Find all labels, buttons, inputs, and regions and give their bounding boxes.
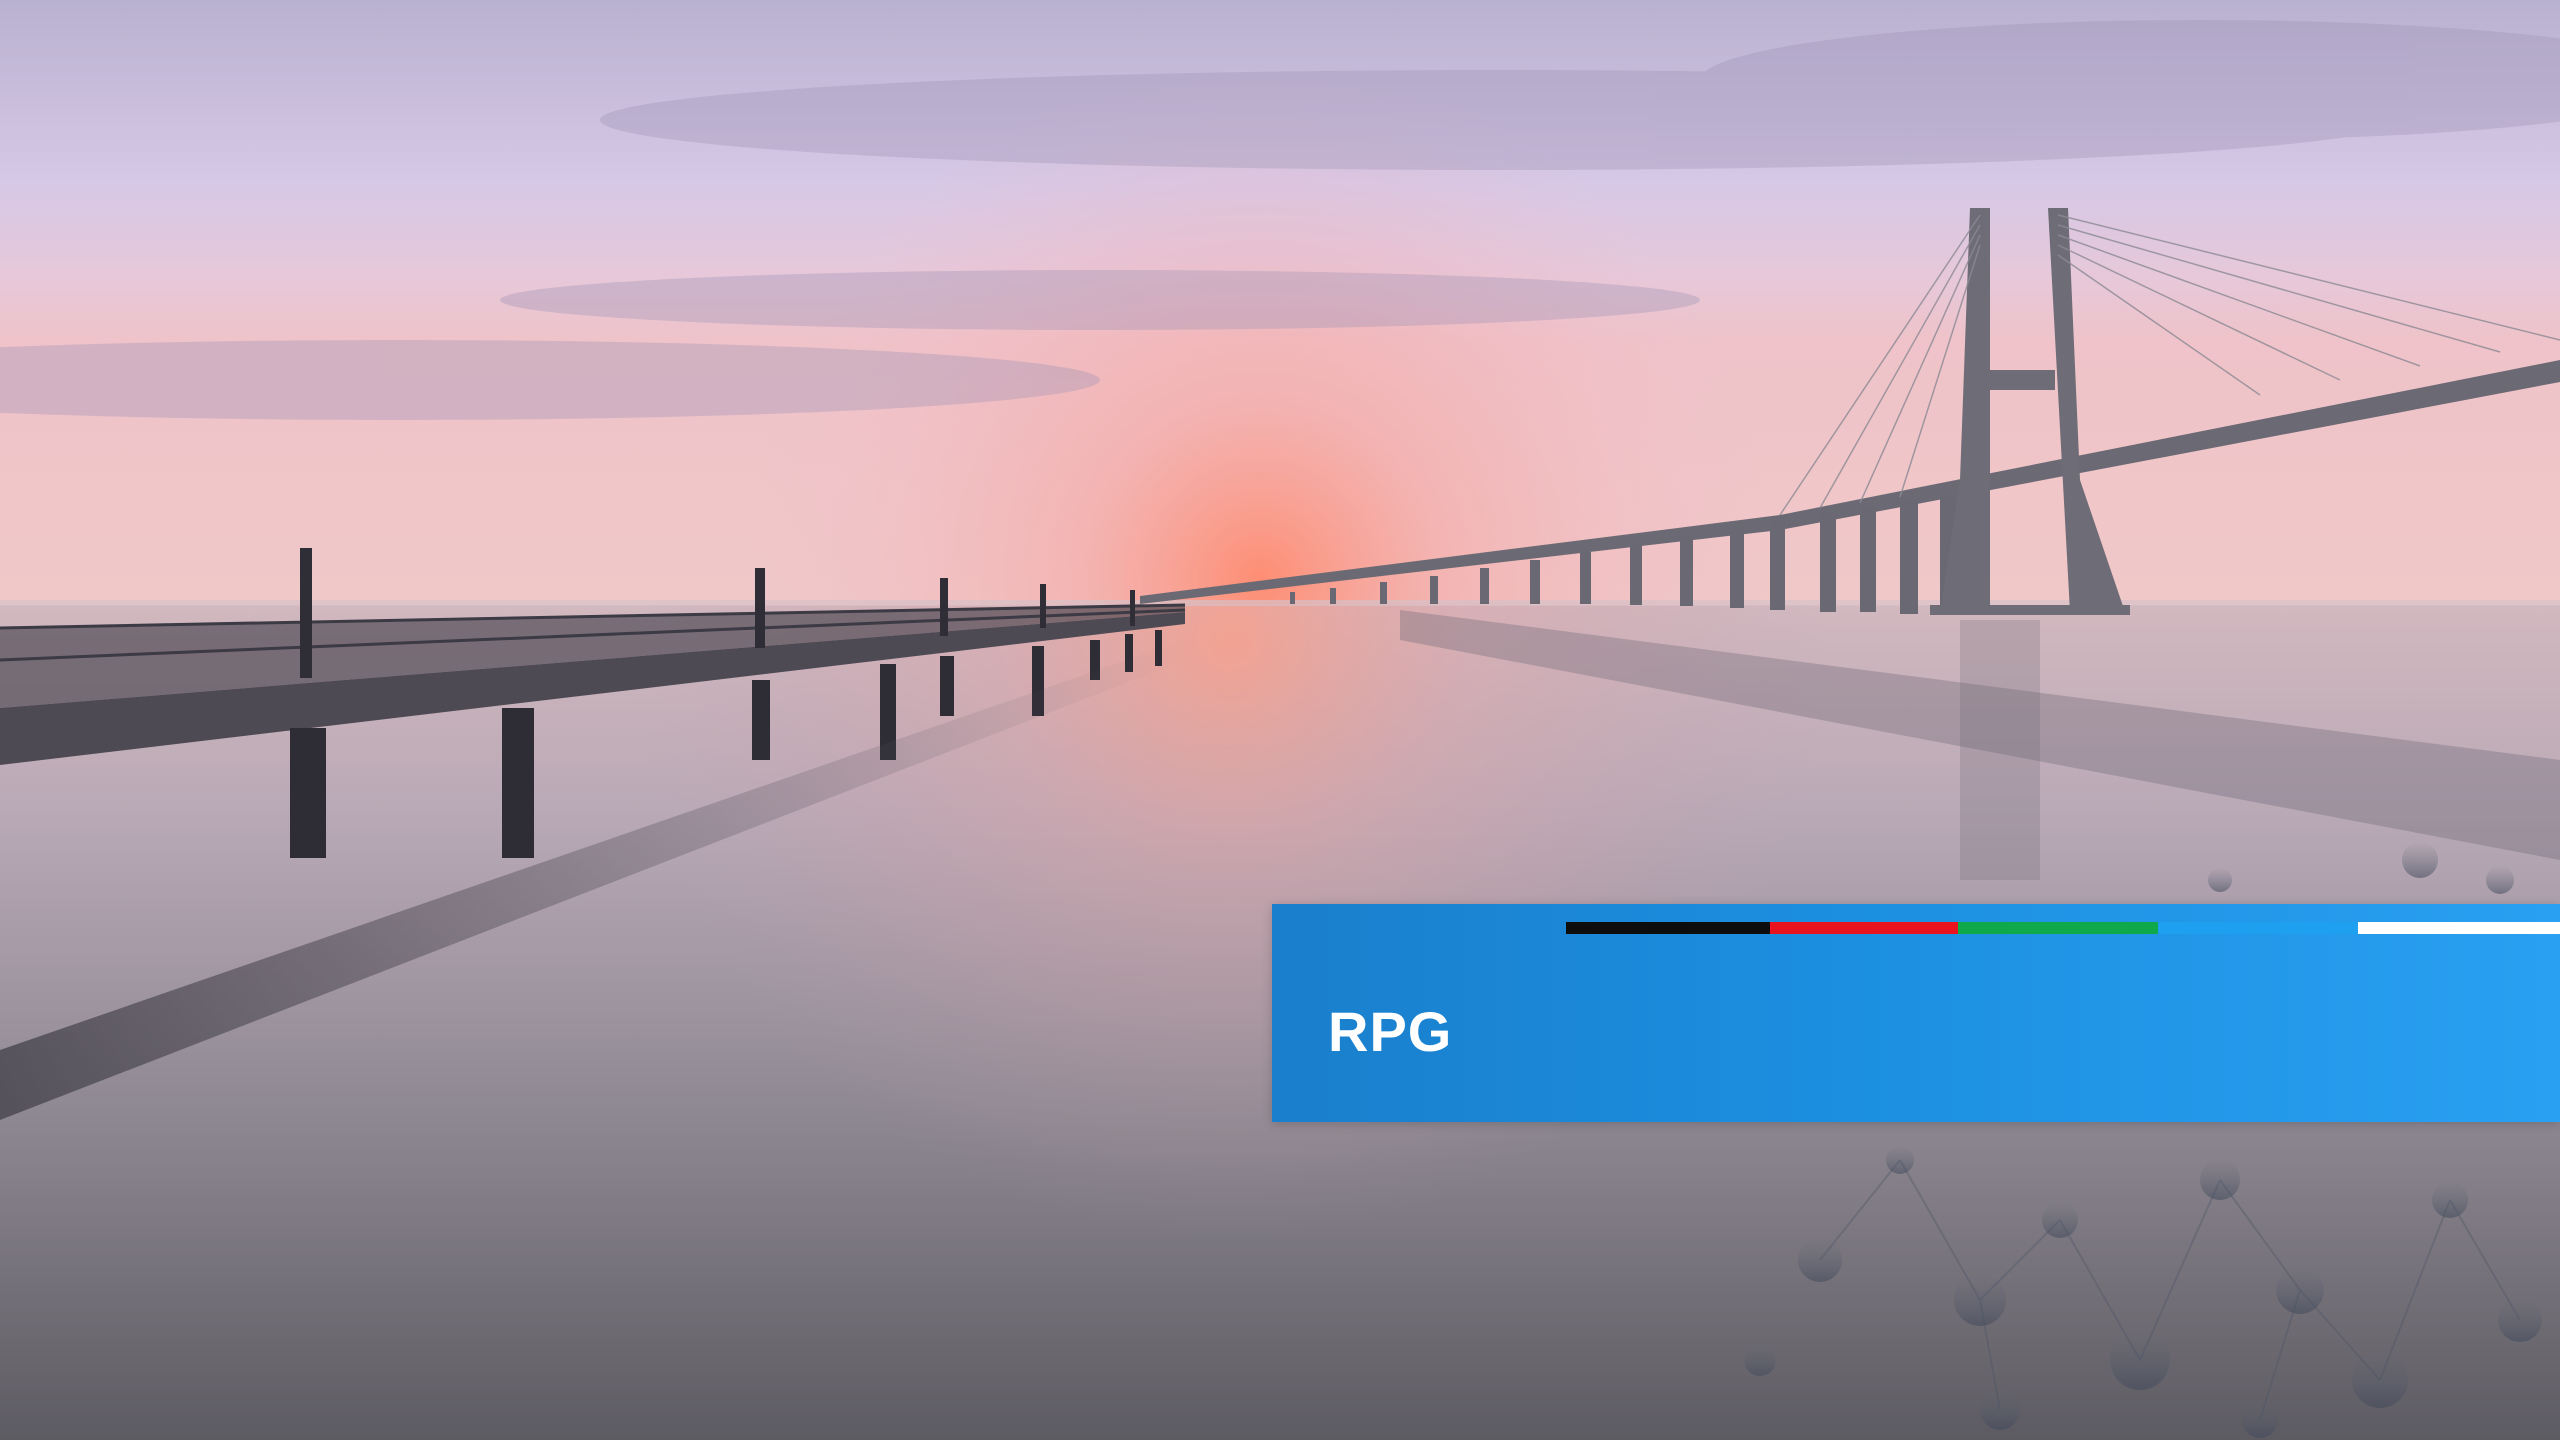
stripe-blue — [2158, 922, 2358, 934]
slide-title: RPG — [1328, 1000, 1453, 1063]
stripe-white — [2358, 922, 2560, 934]
slide: RPG — [0, 0, 2560, 1440]
stripe-green — [1958, 922, 2158, 934]
stripe-black — [1566, 922, 1770, 934]
title-banner: RPG — [1272, 904, 2560, 1122]
stripe-red — [1770, 922, 1958, 934]
color-stripe — [1566, 922, 2560, 934]
background-photo-bridge-pier — [0, 0, 2560, 1440]
